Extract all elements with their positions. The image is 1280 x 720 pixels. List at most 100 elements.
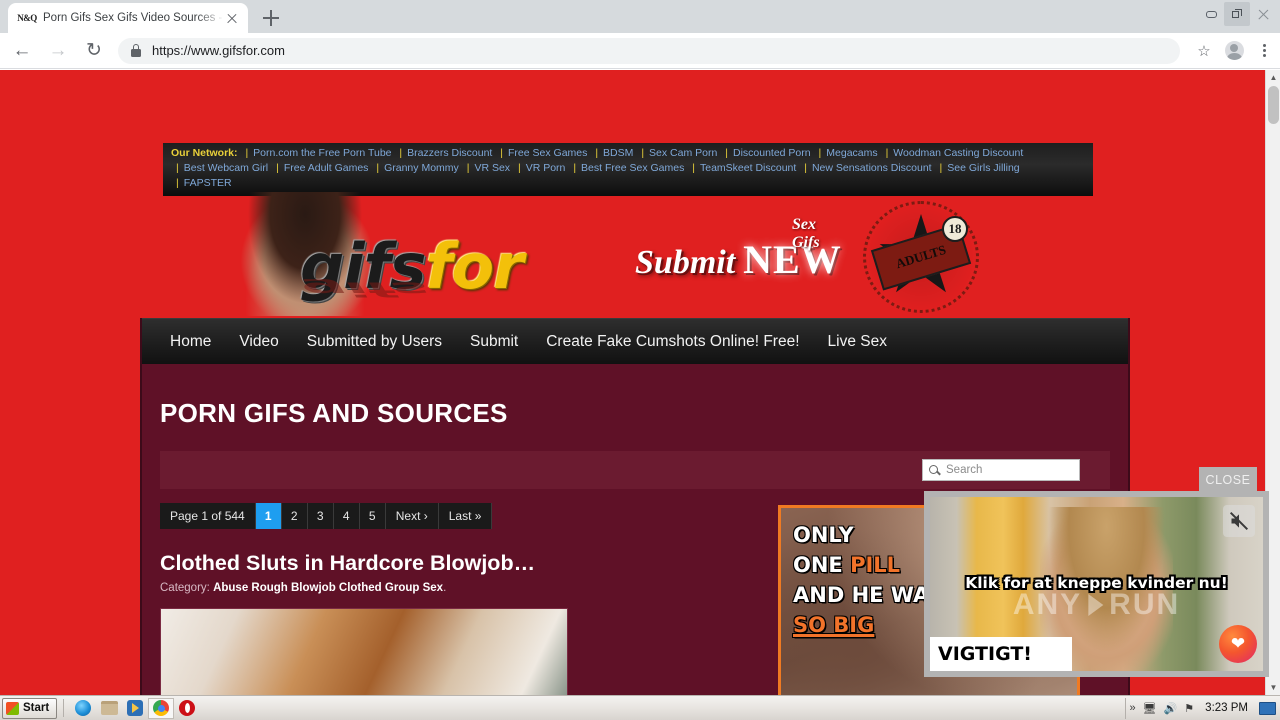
network-link[interactable]: Woodman Casting Discount	[893, 147, 1023, 159]
page-title: PORN GIFS AND SOURCES	[160, 398, 508, 428]
network-link[interactable]: See Girls Jilling	[947, 162, 1019, 174]
start-button[interactable]: Start	[2, 697, 58, 719]
window-controls	[1198, 2, 1276, 26]
search-input[interactable]: Search	[922, 459, 1080, 481]
tray-expand-icon[interactable]: »	[1130, 702, 1136, 714]
network-link[interactable]: Best Webcam Girl	[184, 162, 268, 174]
ad-line-2-highlight: PILL	[850, 553, 901, 577]
windows-logo-icon	[6, 701, 19, 715]
taskbar-file-explorer-icon[interactable]	[96, 698, 122, 719]
post-category-label: Category:	[160, 582, 210, 594]
pagination-page-2[interactable]: 2	[281, 503, 308, 529]
back-icon[interactable]: ←	[8, 37, 36, 65]
network-link[interactable]: Sex Cam Porn	[649, 147, 717, 159]
chrome-menu-icon[interactable]	[1250, 37, 1278, 65]
new-tab-button[interactable]	[258, 5, 284, 31]
pagination-info: Page 1 of 544	[160, 503, 256, 529]
submit-banner-text[interactable]: Sex Gifs Submit NEW	[635, 216, 842, 283]
pagination-page-3[interactable]: 3	[307, 503, 334, 529]
windows-taskbar: Start » 🖥 🔊 ⚑ 3:23 PM	[0, 695, 1280, 720]
volume-icon[interactable]: 🔊	[1164, 702, 1178, 715]
network-link[interactable]: Discounted Porn	[733, 147, 811, 159]
nav-item-live-sex[interactable]: Live Sex	[814, 333, 901, 351]
popup-video-ad[interactable]: Klik for at kneppe kvinder nu! ANY RUN ❤…	[924, 491, 1269, 677]
taskbar-google-chrome-icon[interactable]	[148, 697, 175, 719]
restore-button[interactable]	[1224, 2, 1250, 26]
nav-item-home[interactable]: Home	[156, 333, 225, 351]
browser-toolbar: ← → ↻ https://www.gifsfor.com ☆	[0, 33, 1280, 69]
network-link[interactable]: VR Sex	[474, 162, 510, 174]
tab-favicon-icon: N&Q	[17, 13, 37, 23]
nav-item-create-fake-cumshots[interactable]: Create Fake Cumshots Online! Free!	[532, 333, 813, 351]
network-link[interactable]: Brazzers Discount	[407, 147, 492, 159]
nav-item-submitted-by-users[interactable]: Submitted by Users	[293, 333, 456, 351]
ad-line-4: SO BIG	[793, 613, 875, 637]
network-link[interactable]: Free Adult Games	[284, 162, 369, 174]
network-link[interactable]: Porn.com the Free Porn Tube	[253, 147, 391, 159]
taskbar-opera-icon[interactable]	[174, 698, 200, 719]
watermark-left-text: ANY	[1012, 587, 1083, 621]
post-title[interactable]: Clothed Sluts in Hardcore Blowjob…	[160, 551, 760, 576]
close-window-button[interactable]	[1250, 2, 1276, 26]
adults-only-stamp: ADULTS 18	[863, 201, 979, 313]
profile-avatar[interactable]	[1220, 37, 1248, 65]
taskbar-media-player-icon[interactable]	[122, 698, 148, 719]
pagination-last-button[interactable]: Last »	[438, 503, 493, 529]
post-category-value[interactable]: Abuse Rough Blowjob Clothed Group Sex	[213, 582, 443, 594]
network-link[interactable]: TeamSkeet Discount	[700, 162, 796, 174]
clock[interactable]: 3:23 PM	[1205, 702, 1248, 714]
pagination-next-button[interactable]: Next ›	[385, 503, 439, 529]
pagination: Page 1 of 544 1 2 3 4 5 Next › Last »	[160, 503, 760, 529]
browser-tab-strip: N&Q Porn Gifs Sex Gifs Video Sources - G…	[0, 0, 1280, 33]
network-link[interactable]: BDSM	[603, 147, 633, 159]
pagination-page-4[interactable]: 4	[333, 503, 360, 529]
main-column: Page 1 of 544 1 2 3 4 5 Next › Last » Cl…	[160, 503, 760, 695]
post-thumbnail-image[interactable]	[160, 608, 568, 695]
popup-video-frame[interactable]: Klik for at kneppe kvinder nu! ANY RUN ❤…	[930, 497, 1263, 671]
ad-line-3: AND HE WA	[793, 583, 930, 607]
network-links-bar: Our Network: | Porn.com the Free Porn Tub…	[163, 143, 1093, 196]
start-label: Start	[23, 702, 50, 714]
network-label: Our Network:	[171, 147, 238, 159]
network-link[interactable]: FAPSTER	[184, 177, 232, 189]
address-bar[interactable]: https://www.gifsfor.com	[118, 37, 1180, 64]
popup-close-button[interactable]: CLOSE	[1199, 467, 1257, 492]
reload-icon[interactable]: ↻	[80, 37, 108, 65]
network-link[interactable]: Granny Mommy	[384, 162, 459, 174]
nav-item-video[interactable]: Video	[225, 333, 292, 351]
bookmark-star-icon[interactable]: ☆	[1190, 37, 1218, 65]
taskbar-internet-explorer-icon[interactable]	[70, 698, 96, 719]
show-desktop-icon[interactable]	[1259, 701, 1276, 715]
scroll-down-icon[interactable]: ▼	[1266, 680, 1280, 695]
flag-icon[interactable]: ⚑	[1184, 702, 1194, 715]
stamp-text: ADULTS	[894, 241, 948, 272]
pagination-page-5[interactable]: 5	[359, 503, 386, 529]
watermark-right-text: RUN	[1109, 587, 1181, 621]
logo-text-part2: for	[425, 230, 524, 303]
mute-icon[interactable]	[1223, 505, 1255, 537]
pagination-page-1[interactable]: 1	[255, 503, 282, 529]
tab-title: Porn Gifs Sex Gifs Video Sources - Gi	[43, 12, 224, 24]
system-tray: » 🖥 🔊 ⚑ 3:23 PM	[1124, 697, 1280, 719]
main-navigation: Home Video Submitted by Users Submit Cre…	[142, 318, 1128, 364]
network-icon[interactable]: 🖥	[1143, 702, 1157, 715]
nav-item-submit[interactable]: Submit	[456, 333, 532, 351]
tab-close-icon[interactable]	[224, 10, 240, 26]
network-link[interactable]: VR Porn	[526, 162, 566, 174]
minimize-button[interactable]	[1198, 2, 1224, 26]
url-text: https://www.gifsfor.com	[152, 43, 285, 58]
network-link[interactable]: Free Sex Games	[508, 147, 587, 159]
scroll-up-icon[interactable]: ▲	[1266, 70, 1280, 85]
popup-badge: VIGTIGT!	[930, 637, 1072, 671]
ad-text: ONLY ONE PILL AND HE WA SO BIG	[793, 520, 929, 640]
network-link[interactable]: New Sensations Discount	[812, 162, 932, 174]
browser-tab[interactable]: N&Q Porn Gifs Sex Gifs Video Sources - G…	[8, 3, 248, 33]
scroll-thumb[interactable]	[1268, 86, 1279, 124]
network-link[interactable]: Megacams	[826, 147, 877, 159]
logo-reflection-text: gifs	[302, 279, 428, 299]
submit-word: Submit	[635, 244, 736, 281]
forward-icon[interactable]: →	[44, 37, 72, 65]
ad-line-2-prefix: ONE	[793, 553, 851, 577]
network-link[interactable]: Best Free Sex Games	[581, 162, 684, 174]
lock-icon	[130, 44, 142, 57]
